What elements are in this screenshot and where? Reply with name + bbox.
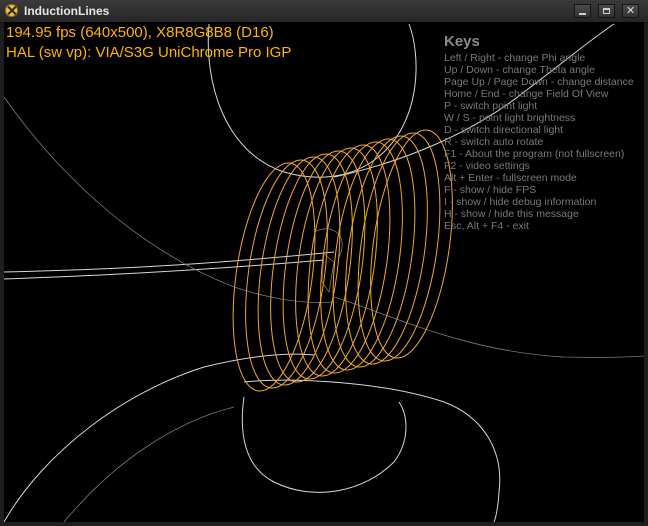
field-line <box>4 353 315 522</box>
maximize-icon <box>603 8 610 14</box>
key-hint: F1 - About the program (not fullscreen) <box>444 148 625 160</box>
key-hint: Home / End - change Field Of View <box>444 88 609 100</box>
key-hint: P - switch point light <box>444 100 538 112</box>
key-hint: D - switch directional light <box>444 124 564 136</box>
key-hint: Esc, Alt + F4 - exit <box>444 220 529 232</box>
window-title: InductionLines <box>24 4 110 18</box>
fps-line: 194.95 fps (640x500), X8R8G8B8 (D16) <box>6 24 274 41</box>
device-line: HAL (sw vp): VIA/S3G UniChrome Pro IGP <box>6 44 292 61</box>
coil-inner-axis <box>321 253 335 294</box>
key-hint: I - show / hide debug information <box>444 196 597 208</box>
app-window: InductionLines ✕ 194.95 fps (640x500), X… <box>0 0 648 526</box>
key-hint: Page Up / Page Down - change distance <box>444 76 634 88</box>
field-line <box>241 396 407 493</box>
close-button[interactable]: ✕ <box>622 4 639 18</box>
key-hint: W / S - point light brightness <box>444 112 576 124</box>
key-hint: Alt + Enter - fullscreen mode <box>444 172 577 184</box>
fps-overlay: 194.95 fps (640x500), X8R8G8B8 (D16) HAL… <box>6 23 291 63</box>
minimize-button[interactable] <box>574 4 591 18</box>
minimize-icon <box>579 13 586 15</box>
key-hint: Up / Down - change Theta angle <box>444 64 595 76</box>
field-line <box>333 296 644 358</box>
render-viewport[interactable]: 194.95 fps (640x500), X8R8G8B8 (D16) HAL… <box>4 22 644 522</box>
key-hint: H - show / hide this message <box>444 208 579 220</box>
key-hint: Left / Right - change Phi angle <box>444 52 586 64</box>
app-x-icon[interactable] <box>5 4 18 17</box>
field-line <box>4 259 325 280</box>
maximize-button[interactable] <box>598 4 615 18</box>
key-hint: F - show / hide FPS <box>444 184 537 196</box>
key-hint: R - switch auto rotate <box>444 136 544 148</box>
induction-coil <box>232 129 453 392</box>
field-line <box>243 379 501 522</box>
keys-help-panel: Keys Left / Right - change Phi angle Up … <box>444 32 634 232</box>
key-hint: F2 - video settings <box>444 160 530 172</box>
keys-heading: Keys <box>444 33 480 50</box>
field-line <box>63 406 235 522</box>
close-icon: ✕ <box>626 4 636 17</box>
title-bar[interactable]: InductionLines ✕ <box>0 0 648 23</box>
